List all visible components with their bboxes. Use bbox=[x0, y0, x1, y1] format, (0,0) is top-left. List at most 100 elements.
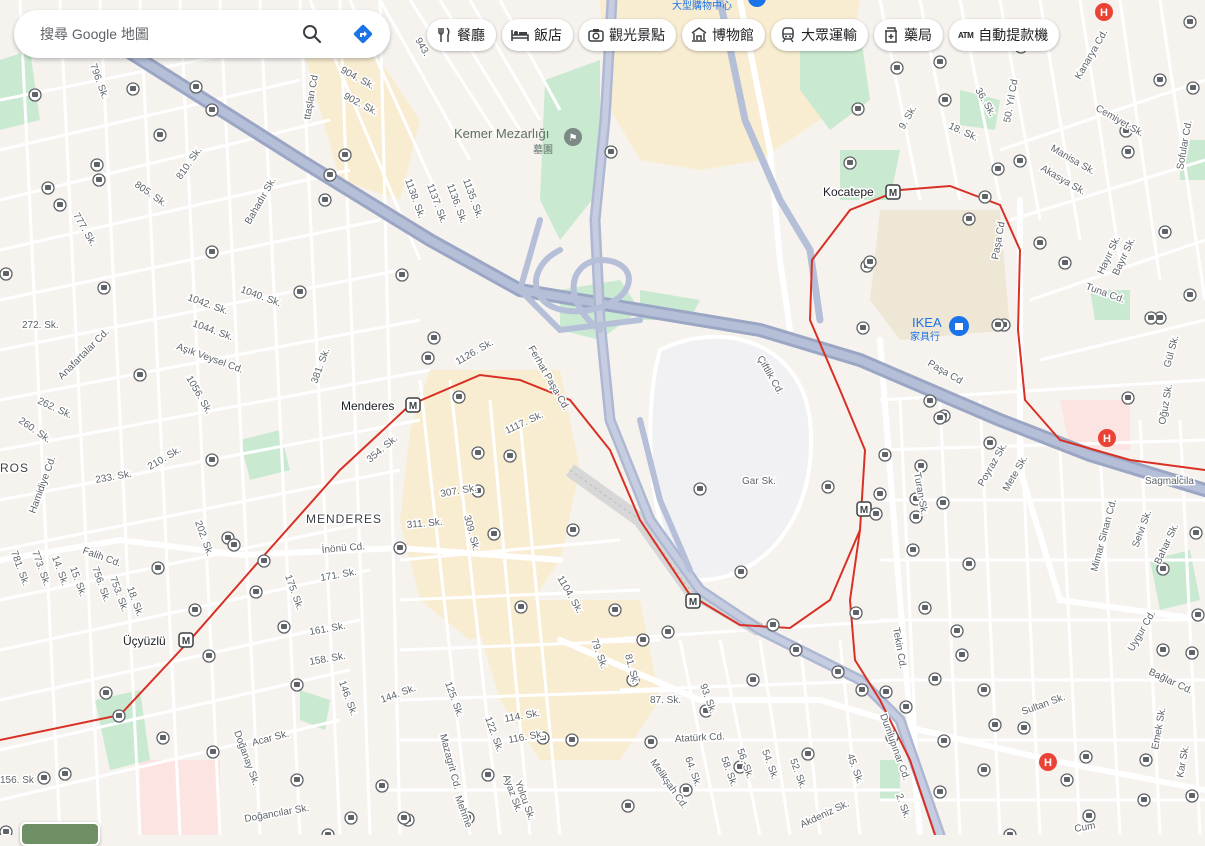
bus-stop-icon bbox=[962, 212, 976, 226]
bus-stop-icon bbox=[923, 394, 937, 408]
bus-stop-icon bbox=[293, 285, 307, 299]
hospital-icon: H bbox=[1095, 3, 1113, 21]
bus-stop-icon bbox=[1156, 643, 1170, 657]
atm-icon: ATM bbox=[958, 30, 974, 40]
bus-stop-icon bbox=[950, 624, 964, 638]
district-label-menderes: MENDERES bbox=[306, 512, 382, 526]
hospital-icon: H bbox=[1039, 753, 1057, 771]
chip-label: 飯店 bbox=[534, 27, 562, 43]
bus-stop-icon bbox=[843, 156, 857, 170]
bus-stop-icon bbox=[991, 318, 1005, 332]
bus-stop-icon bbox=[766, 618, 780, 632]
svg-text:M: M bbox=[182, 636, 190, 647]
svg-text:H: H bbox=[1100, 7, 1108, 19]
search-button[interactable] bbox=[299, 21, 325, 47]
bus-stop-icon bbox=[1185, 789, 1199, 803]
directions-button[interactable] bbox=[350, 21, 376, 47]
restaurant-icon bbox=[438, 27, 450, 42]
bus-stop-icon bbox=[977, 683, 991, 697]
bus-stop-icon bbox=[205, 103, 219, 117]
svg-text:M: M bbox=[409, 401, 417, 412]
svg-text:M: M bbox=[689, 597, 697, 608]
bus-stop-icon bbox=[977, 763, 991, 777]
chip-hotels[interactable]: 飯店 bbox=[502, 19, 573, 51]
bus-stop-icon bbox=[375, 779, 389, 793]
bus-stop-icon bbox=[821, 480, 835, 494]
chip-restaurants[interactable]: 餐廳 bbox=[427, 19, 496, 51]
bus-stop-icon bbox=[644, 735, 658, 749]
pharmacy-icon bbox=[885, 27, 897, 43]
bus-stop-icon bbox=[37, 771, 51, 785]
bus-stop-icon bbox=[566, 523, 580, 537]
bus-stop-icon bbox=[899, 700, 913, 714]
bus-stop-icon bbox=[1033, 236, 1047, 250]
bus-stop-icon bbox=[257, 554, 271, 568]
bus-stop-icon bbox=[393, 541, 407, 555]
bus-stop-icon bbox=[318, 193, 332, 207]
chip-transit[interactable]: 大眾運輸 bbox=[771, 19, 868, 51]
bus-stop-icon bbox=[90, 158, 104, 172]
bus-stop-icon bbox=[988, 718, 1002, 732]
bus-stop-icon bbox=[503, 449, 517, 463]
bus-stop-icon bbox=[1139, 753, 1153, 767]
bus-stop-icon bbox=[938, 93, 952, 107]
cemetery-name: Kemer Mezarlığı bbox=[454, 126, 549, 141]
bus-stop-icon bbox=[1183, 288, 1197, 302]
bus-stop-icon bbox=[863, 255, 877, 269]
chip-label: 觀光景點 bbox=[609, 27, 665, 43]
bus-stop-icon bbox=[290, 773, 304, 787]
bus-stop-icon bbox=[879, 685, 893, 699]
bus-stop-icon bbox=[914, 459, 928, 473]
bus-stop-icon bbox=[878, 448, 892, 462]
bus-stop-icon bbox=[873, 487, 887, 501]
bus-stop-icon bbox=[1144, 311, 1158, 325]
bus-stop-icon bbox=[133, 368, 147, 382]
station-label-ucyuzlu: Üçyüzlü bbox=[123, 634, 166, 648]
bus-stop-icon bbox=[421, 351, 435, 365]
map-canvas[interactable]: M M M M M H H H ⚑ Kemer Mezarlığı 墓園 IKE… bbox=[0, 0, 1205, 835]
bus-stop-icon bbox=[338, 148, 352, 162]
bus-stop-icon bbox=[983, 436, 997, 450]
chip-label: 藥局 bbox=[904, 27, 932, 43]
bus-stop-icon bbox=[202, 649, 216, 663]
search-input[interactable] bbox=[38, 25, 292, 43]
chip-museums[interactable]: 博物館 bbox=[682, 19, 765, 51]
camera-icon bbox=[588, 29, 604, 42]
bus-stop-icon bbox=[206, 745, 220, 759]
chip-atm[interactable]: ATM 自動提款機 bbox=[949, 19, 1060, 51]
bus-stop-icon bbox=[608, 603, 622, 617]
bus-stop-icon bbox=[890, 61, 904, 75]
district-label-ros: ROS bbox=[0, 461, 29, 475]
bus-stop-icon bbox=[277, 620, 291, 634]
layers-thumbnail[interactable] bbox=[20, 822, 100, 846]
chip-pharmacy[interactable]: 藥局 bbox=[874, 19, 943, 51]
bus-stop-icon bbox=[1186, 81, 1200, 95]
bus-stop-icon bbox=[99, 686, 113, 700]
svg-text:⚑: ⚑ bbox=[569, 133, 578, 144]
bus-stop-icon bbox=[1079, 750, 1093, 764]
bus-stop-icon bbox=[97, 281, 111, 295]
metro-marker-south: M bbox=[685, 593, 701, 609]
bus-stop-icon bbox=[933, 411, 947, 425]
svg-text:M: M bbox=[889, 188, 897, 199]
street-label: Sagmalcila bbox=[1145, 476, 1194, 487]
top-mall-label: 大型購物中心 bbox=[672, 0, 732, 12]
bus-stop-icon bbox=[41, 181, 55, 195]
metro-marker-kocatepe: M bbox=[885, 184, 901, 200]
bus-stop-icon bbox=[734, 565, 748, 579]
bus-stop-icon bbox=[849, 606, 863, 620]
bus-stop-icon bbox=[188, 603, 202, 617]
bus-stop-icon bbox=[856, 321, 870, 335]
metro-marker-menderes: M bbox=[405, 397, 421, 413]
bus-stop-icon bbox=[933, 785, 947, 799]
bus-stop-icon bbox=[397, 811, 411, 825]
bus-stop-icon bbox=[452, 390, 466, 404]
bus-stop-icon bbox=[481, 768, 495, 782]
street-label: 272. Sk. bbox=[22, 320, 59, 331]
bus-stop-icon bbox=[205, 245, 219, 259]
bus-stop-icon bbox=[487, 527, 501, 541]
chip-attractions[interactable]: 觀光景點 bbox=[579, 19, 676, 51]
search-icon bbox=[303, 25, 322, 44]
bus-stop-icon bbox=[205, 453, 219, 467]
bus-stop-icon bbox=[565, 733, 579, 747]
